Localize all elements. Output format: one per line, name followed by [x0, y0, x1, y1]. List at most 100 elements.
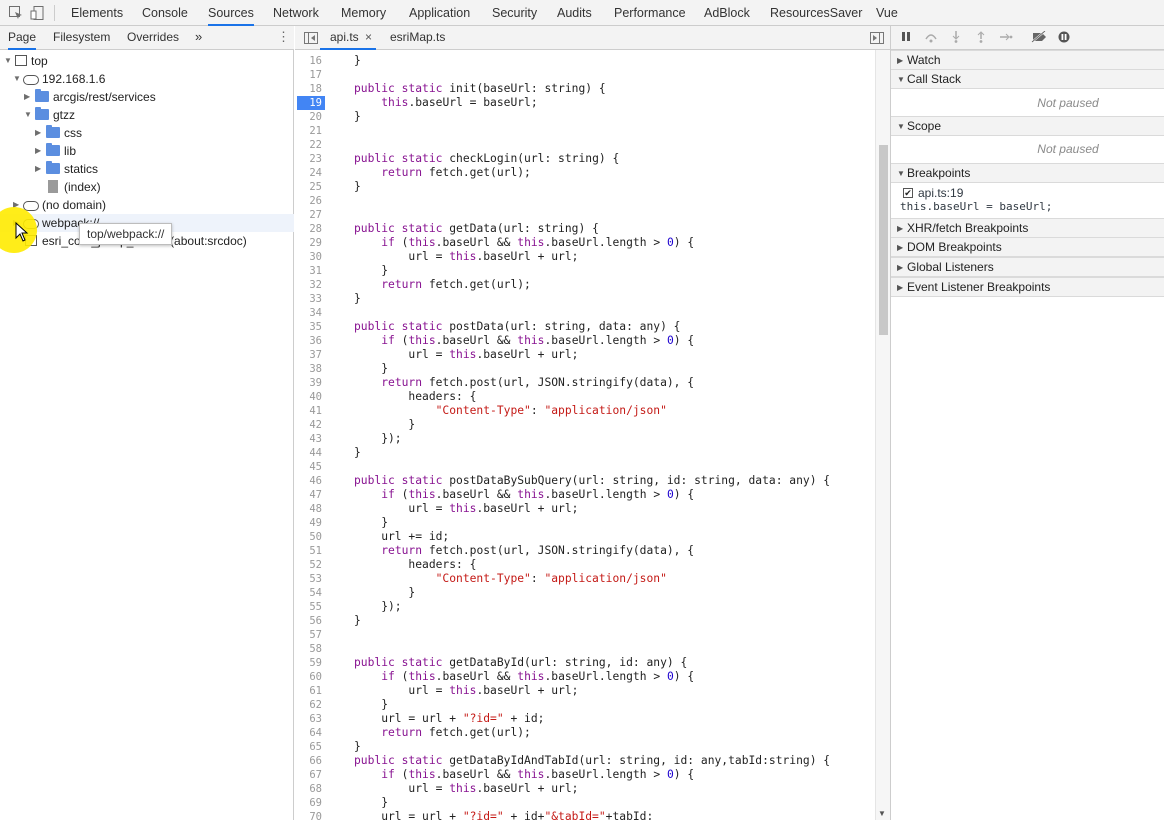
line-number[interactable]: 56	[295, 614, 322, 628]
section-xhr-breakpoints[interactable]: ▶ XHR/fetch Breakpoints	[891, 218, 1164, 238]
tab-vue[interactable]: Vue	[876, 0, 898, 26]
close-tab-icon[interactable]: ×	[365, 30, 372, 44]
line-number[interactable]: 48	[295, 502, 322, 516]
tab-console[interactable]: Console	[142, 0, 188, 26]
code-line[interactable]: 57	[295, 628, 875, 642]
line-number[interactable]: 63	[295, 712, 322, 726]
line-number[interactable]: 51	[295, 544, 322, 558]
line-number[interactable]: 35	[295, 320, 322, 334]
line-number[interactable]: 66	[295, 754, 322, 768]
tab-esrimap-ts[interactable]: esriMap.ts	[384, 26, 451, 50]
code-line[interactable]: 45	[295, 460, 875, 474]
code-line[interactable]: 43 });	[295, 432, 875, 446]
line-number[interactable]: 69	[295, 796, 322, 810]
code-line[interactable]: 42 }	[295, 418, 875, 432]
code-line[interactable]: 64 return fetch.get(url);	[295, 726, 875, 740]
breakpoint-checkbox[interactable]: ✔	[903, 188, 913, 198]
code-line[interactable]: 22	[295, 138, 875, 152]
line-number[interactable]: 29	[295, 236, 322, 250]
line-number[interactable]: 38	[295, 362, 322, 376]
tree-item-no-domain[interactable]: ▶ (no domain)	[0, 196, 294, 214]
section-dom-breakpoints[interactable]: ▶ DOM Breakpoints	[891, 237, 1164, 257]
line-number[interactable]: 55	[295, 600, 322, 614]
line-number[interactable]: 27	[295, 208, 322, 222]
line-number[interactable]: 67	[295, 768, 322, 782]
tree-item-css[interactable]: ▶ css	[0, 124, 294, 142]
line-number[interactable]: 41	[295, 404, 322, 418]
tab-application[interactable]: Application	[409, 0, 470, 26]
code-line[interactable]: 44}	[295, 446, 875, 460]
code-line[interactable]: 18 public static init(baseUrl: string) {	[295, 82, 875, 96]
section-watch[interactable]: ▶ Watch	[891, 50, 1164, 70]
tab-sources[interactable]: Sources	[208, 0, 254, 26]
tab-security[interactable]: Security	[492, 0, 537, 26]
line-number[interactable]: 45	[295, 460, 322, 474]
tab-performance[interactable]: Performance	[614, 0, 686, 26]
code-line[interactable]: 33}	[295, 292, 875, 306]
section-breakpoints[interactable]: ▼ Breakpoints	[891, 163, 1164, 183]
line-number[interactable]: 43	[295, 432, 322, 446]
tab-overrides[interactable]: Overrides	[127, 26, 179, 50]
line-number[interactable]: 34	[295, 306, 322, 320]
toggle-debugger-icon[interactable]	[870, 26, 884, 50]
inspect-element-icon[interactable]	[8, 5, 24, 21]
code-line[interactable]: 32 return fetch.get(url);	[295, 278, 875, 292]
line-number[interactable]: 46	[295, 474, 322, 488]
line-number[interactable]: 16	[295, 54, 322, 68]
step-icon[interactable]	[999, 31, 1013, 46]
line-number[interactable]: 65	[295, 740, 322, 754]
line-number[interactable]: 36	[295, 334, 322, 348]
line-number[interactable]: 32	[295, 278, 322, 292]
line-number[interactable]: 50	[295, 530, 322, 544]
line-number[interactable]: 54	[295, 586, 322, 600]
code-line[interactable]: 60 if (this.baseUrl && this.baseUrl.leng…	[295, 670, 875, 684]
tree-item-statics[interactable]: ▶ statics	[0, 160, 294, 178]
tab-audits[interactable]: Audits	[557, 0, 592, 26]
code-line[interactable]: 40 headers: {	[295, 390, 875, 404]
code-line[interactable]: 37 url = this.baseUrl + url;	[295, 348, 875, 362]
code-line[interactable]: 55 });	[295, 600, 875, 614]
line-number[interactable]: 20	[295, 110, 322, 124]
tab-filesystem[interactable]: Filesystem	[53, 26, 110, 50]
line-number[interactable]: 53	[295, 572, 322, 586]
code-line[interactable]: 30 url = this.baseUrl + url;	[295, 250, 875, 264]
tab-api-ts[interactable]: api.ts ×	[320, 26, 377, 50]
tab-adblock[interactable]: AdBlock	[704, 0, 750, 26]
code-line[interactable]: 28 public static getData(url: string) {	[295, 222, 875, 236]
code-line[interactable]: 25}	[295, 180, 875, 194]
line-number[interactable]: 31	[295, 264, 322, 278]
code-line[interactable]: 68 url = this.baseUrl + url;	[295, 782, 875, 796]
code-line[interactable]: 46 public static postDataBySubQuery(url: …	[295, 474, 875, 488]
code-line[interactable]: 66 public static getDataByIdAndTabId(url:…	[295, 754, 875, 768]
line-number[interactable]: 39	[295, 376, 322, 390]
section-scope[interactable]: ▼ Scope	[891, 116, 1164, 136]
code-line[interactable]: 53 "Content-Type": "application/json"	[295, 572, 875, 586]
code-line[interactable]: 58	[295, 642, 875, 656]
step-into-icon[interactable]	[951, 31, 961, 46]
code-line[interactable]: 17	[295, 68, 875, 82]
line-number[interactable]: 49	[295, 516, 322, 530]
tree-item-gtzz[interactable]: ▼ gtzz	[0, 106, 294, 124]
device-toolbar-icon[interactable]	[30, 5, 46, 21]
line-number[interactable]: 70	[295, 810, 322, 820]
code-line[interactable]: 16}	[295, 54, 875, 68]
section-event-listener-breakpoints[interactable]: ▶ Event Listener Breakpoints	[891, 277, 1164, 297]
deactivate-breakpoints-icon[interactable]	[1031, 30, 1047, 46]
vertical-scrollbar[interactable]: ▼	[875, 50, 890, 820]
code-line[interactable]: 59 public static getDataById(url: string,…	[295, 656, 875, 670]
line-number[interactable]: 57	[295, 628, 322, 642]
line-number[interactable]: 25	[295, 180, 322, 194]
tree-item-top[interactable]: ▼ top	[0, 52, 294, 70]
toggle-navigator-icon[interactable]	[304, 26, 318, 50]
step-over-icon[interactable]	[924, 31, 938, 46]
line-number[interactable]: 47	[295, 488, 322, 502]
code-line[interactable]: 62 }	[295, 698, 875, 712]
code-line[interactable]: 34	[295, 306, 875, 320]
tree-item-host[interactable]: ▼ 192.168.1.6	[0, 70, 294, 88]
line-number[interactable]: 30	[295, 250, 322, 264]
code-line[interactable]: 50 url += id;	[295, 530, 875, 544]
line-number[interactable]: 21	[295, 124, 322, 138]
code-line[interactable]: 24 return fetch.get(url);	[295, 166, 875, 180]
tree-item-arcgis[interactable]: ▶ arcgis/rest/services	[0, 88, 294, 106]
code-line[interactable]: 47 if (this.baseUrl && this.baseUrl.leng…	[295, 488, 875, 502]
